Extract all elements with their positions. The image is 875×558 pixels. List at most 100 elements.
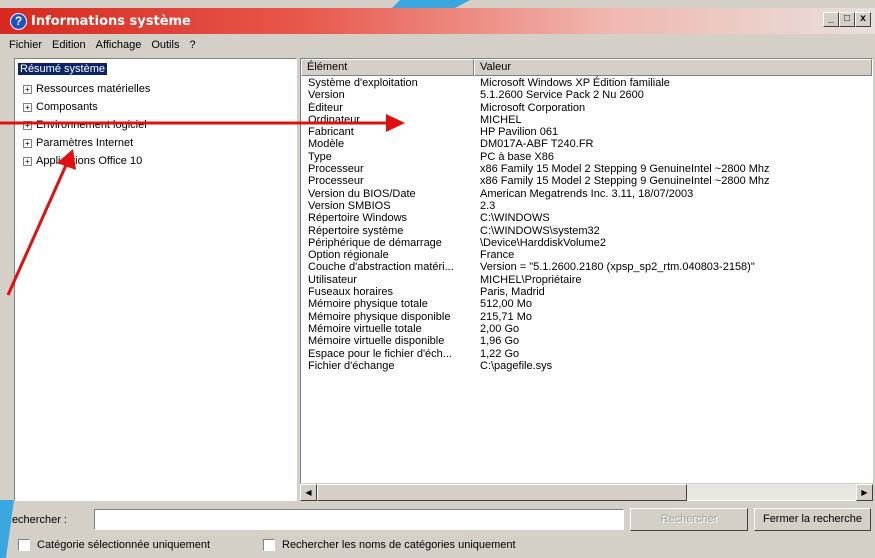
tree-item-internet-settings[interactable]: + Paramètres Internet <box>23 137 133 149</box>
selected-category-checkbox[interactable]: Catégorie sélectionnée uniquement <box>18 539 210 551</box>
row-element: Système d'exploitation <box>308 77 418 89</box>
scroll-right-icon[interactable]: ▶ <box>856 484 873 501</box>
row-element: Processeur <box>308 163 364 176</box>
tree-item-components[interactable]: + Composants <box>23 101 98 113</box>
row-element: Utilisateur <box>308 273 357 286</box>
maximize-button[interactable]: □ <box>839 12 855 27</box>
table-row[interactable]: Mémoire physique disponible 215,71 Mo <box>301 311 872 323</box>
row-value: 215,71 Mo <box>480 310 532 323</box>
row-value: MICHEL <box>480 113 522 126</box>
table-row[interactable]: Utilisateur MICHEL\Propriétaire <box>301 274 872 286</box>
category-tree[interactable]: Résumé système + Ressources matérielles … <box>14 58 297 501</box>
category-names-checkbox[interactable]: Rechercher les noms de catégories unique… <box>263 539 516 551</box>
row-value: 1,22 Go <box>480 347 520 360</box>
window-title: Informations système <box>31 13 191 29</box>
row-value: Version = "5.1.2600.2180 (xpsp_sp2_rtm.0… <box>480 261 755 274</box>
decorative-shape <box>0 500 14 558</box>
table-row[interactable]: Modèle DM017A-ABF T240.FR <box>301 138 872 150</box>
menu-help[interactable]: ? <box>184 39 200 51</box>
table-row[interactable]: Processeur x86 Family 15 Model 2 Stepping… <box>301 175 872 187</box>
close-search-button[interactable]: Fermer la recherche <box>754 508 871 531</box>
row-element: Mémoire physique disponible <box>308 310 451 323</box>
table-row[interactable]: Version SMBIOS 2.3 <box>301 200 872 212</box>
row-element: Processeur <box>308 175 364 188</box>
row-value: 2.3 <box>480 199 496 212</box>
table-row[interactable]: Ordinateur MICHEL <box>301 114 872 126</box>
window-controls: _ □ x <box>823 12 871 27</box>
tree-item-hardware-resources[interactable]: + Ressources matérielles <box>23 83 150 95</box>
row-element: Éditeur <box>308 101 343 114</box>
checkbox-icon[interactable] <box>18 539 30 551</box>
scroll-left-icon[interactable]: ◀ <box>300 484 317 501</box>
search-input[interactable] <box>94 509 624 530</box>
column-header-element[interactable]: Élément <box>301 59 474 76</box>
row-element: Type <box>308 150 332 163</box>
search-button[interactable]: Rechercher <box>630 508 748 531</box>
row-element: Fuseaux horaires <box>308 286 393 299</box>
table-row[interactable]: Répertoire système C:\WINDOWS\system32 <box>301 225 872 237</box>
row-value: 1,96 Go <box>480 335 520 348</box>
table-row[interactable]: Fuseaux horaires Paris, Madrid <box>301 286 872 298</box>
details-list[interactable]: Élément Valeur Système d'exploitation Mic… <box>300 58 873 501</box>
table-row[interactable]: Version 5.1.2600 Service Pack 2 Nu 2600 <box>301 89 872 101</box>
expand-icon[interactable]: + <box>23 156 32 166</box>
table-row[interactable]: Processeur x86 Family 15 Model 2 Stepping… <box>301 163 872 175</box>
minimize-button[interactable]: _ <box>823 12 839 27</box>
close-button[interactable]: x <box>855 12 871 27</box>
table-row[interactable]: Périphérique de démarrage \Device\Harddis… <box>301 237 872 249</box>
list-header: Élément Valeur <box>301 59 872 76</box>
expand-icon[interactable]: + <box>23 84 32 94</box>
row-element: Fabricant <box>308 126 354 139</box>
decorative-shape-top <box>392 0 470 8</box>
row-element: Périphérique de démarrage <box>308 236 442 249</box>
row-element: Modèle <box>308 138 345 151</box>
tree-item-system-summary[interactable]: Résumé système <box>18 63 107 75</box>
expand-icon[interactable]: + <box>23 138 32 148</box>
menu-outils[interactable]: Outils <box>146 39 184 51</box>
row-element: Espace pour le fichier d'éch... <box>308 347 452 360</box>
search-label: Rechercher : <box>4 514 67 526</box>
table-row[interactable]: Système d'exploitation Microsoft Windows … <box>301 77 872 89</box>
menu-affichage[interactable]: Affichage <box>91 39 147 51</box>
column-header-value[interactable]: Valeur <box>474 59 872 76</box>
row-value: MICHEL\Propriétaire <box>480 273 582 286</box>
menu-fichier[interactable]: Fichier <box>4 39 47 51</box>
table-row[interactable]: Type PC à base X86 <box>301 151 872 163</box>
table-row[interactable]: Mémoire virtuelle disponible 1,96 Go <box>301 335 872 347</box>
row-element: Version SMBIOS <box>308 199 391 212</box>
row-value: Microsoft Corporation <box>480 101 586 114</box>
tree-item-office-applications[interactable]: + Applications Office 10 <box>23 155 142 167</box>
table-row[interactable]: Option régionale France <box>301 249 872 261</box>
table-row[interactable]: Mémoire physique totale 512,00 Mo <box>301 298 872 310</box>
table-row[interactable]: Fabricant HP Pavilion 061 <box>301 126 872 138</box>
row-element: Mémoire virtuelle disponible <box>308 335 445 348</box>
expand-icon[interactable]: + <box>23 102 32 112</box>
table-row[interactable]: Éditeur Microsoft Corporation <box>301 102 872 114</box>
table-row[interactable]: Version du BIOS/Date American Megatrends … <box>301 188 872 200</box>
tree-item-software-environment[interactable]: + Environnement logiciel <box>23 119 147 131</box>
checkbox-icon[interactable] <box>263 539 275 551</box>
row-element: Ordinateur <box>308 113 360 126</box>
scroll-thumb[interactable] <box>317 484 687 501</box>
row-element: Répertoire Windows <box>308 212 408 225</box>
row-value: 512,00 Mo <box>480 298 532 311</box>
row-value: Microsoft Windows XP Édition familiale <box>480 77 670 89</box>
table-row[interactable]: Répertoire Windows C:\WINDOWS <box>301 212 872 224</box>
row-value: 2,00 Go <box>480 322 520 335</box>
menu-edition[interactable]: Edition <box>47 39 91 51</box>
row-element: Version <box>308 89 345 102</box>
expand-icon[interactable]: + <box>23 120 32 130</box>
table-row[interactable]: Fichier d'échange C:\pagefile.sys <box>301 360 872 372</box>
row-element: Mémoire physique totale <box>308 298 428 311</box>
table-row[interactable]: Mémoire virtuelle totale 2,00 Go <box>301 323 872 335</box>
table-row[interactable]: Couche d'abstraction matéri... Version = … <box>301 261 872 273</box>
row-value: 5.1.2600 Service Pack 2 Nu 2600 <box>480 89 644 102</box>
row-element: Version du BIOS/Date <box>308 187 416 200</box>
title-bar: ? Informations système _ □ x <box>0 8 875 34</box>
row-value: C:\WINDOWS\system32 <box>480 224 600 237</box>
list-rows: Système d'exploitation Microsoft Windows … <box>301 77 872 372</box>
row-element: Option régionale <box>308 249 389 262</box>
horizontal-scrollbar[interactable]: ◀ ▶ <box>300 483 873 501</box>
row-value: American Megatrends Inc. 3.11, 18/07/200… <box>480 187 694 200</box>
table-row[interactable]: Espace pour le fichier d'éch... 1,22 Go <box>301 348 872 360</box>
